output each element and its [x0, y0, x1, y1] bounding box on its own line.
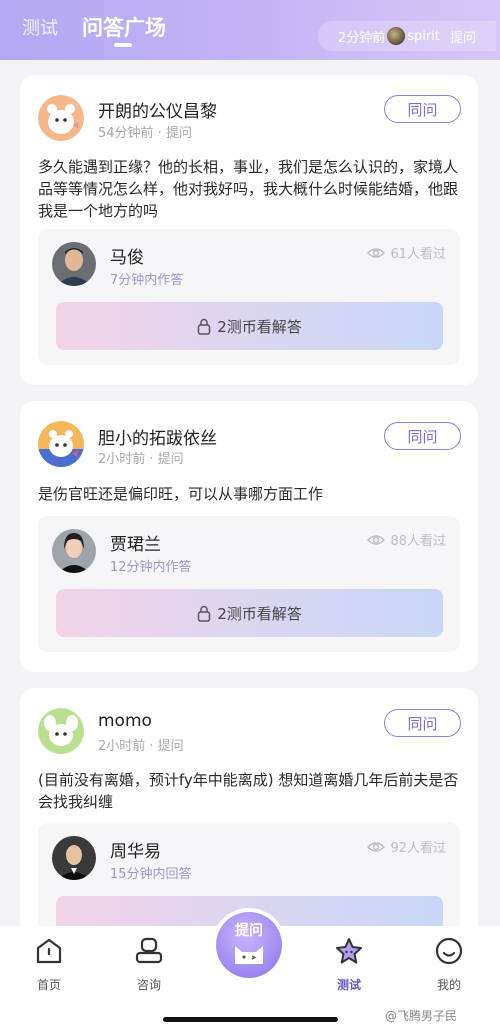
- unlock-answer-button[interactable]: 2测币看解答: [56, 302, 443, 350]
- ticker-user: spirit: [407, 28, 440, 44]
- nav-consult-label: 咨询: [136, 978, 161, 992]
- consult-icon: [119, 934, 179, 968]
- nav-test[interactable]: 测试: [319, 934, 379, 993]
- ask-time: 54分钟前 · 提问: [98, 126, 192, 141]
- nav-test-label: 测试: [336, 978, 361, 992]
- same-question-button[interactable]: 同问: [384, 95, 461, 123]
- question-text: 是伤官旺还是偏印旺，可以从事哪方面工作: [38, 485, 324, 503]
- answerer-name: 贾珺兰: [110, 535, 161, 555]
- star-icon: [319, 934, 379, 968]
- answer-time: 7分钟内作答: [110, 273, 184, 288]
- tab-test[interactable]: 测试: [22, 14, 58, 40]
- recent-question-ticker[interactable]: 2分钟前 spirit 提问: [318, 21, 496, 51]
- answer-time: 15分钟内回答: [110, 867, 192, 882]
- lock-icon: [197, 318, 211, 335]
- cat-icon: [235, 946, 263, 964]
- view-count-text: 61人看过: [390, 247, 446, 262]
- answer-box[interactable]: 贾珺兰 12分钟内作答 88人看过 2测币看解答: [38, 516, 460, 652]
- view-count: 92人看过: [367, 837, 446, 856]
- answerer-name: 周华易: [110, 842, 161, 862]
- nav-home[interactable]: 首页: [19, 934, 79, 993]
- question-text: (目前没有离婚，预计fy年中能离成) 想知道离婚几年后前夫是否会找我纠缠: [38, 771, 459, 811]
- question-card[interactable]: 开朗的公仪昌黎 54分钟前 · 提问 同问 多久能遇到正缘？他的长相，事业，我们…: [20, 75, 478, 385]
- same-question-button[interactable]: 同问: [384, 709, 461, 737]
- home-icon: [19, 934, 79, 968]
- asker-name: 开朗的公仪昌黎: [98, 102, 217, 122]
- nav-consult[interactable]: 咨询: [119, 934, 179, 993]
- answer-box[interactable]: 马俊 7分钟内作答 61人看过 2测币看解答: [38, 229, 460, 365]
- answer-time: 12分钟内作答: [110, 560, 192, 575]
- question-card[interactable]: momo 2小时前 · 提问 同问 (目前没有离婚，预计fy年中能离成) 想知道…: [20, 688, 478, 959]
- asker-name: 胆小的拓跋依丝: [98, 429, 217, 449]
- nav-mine-label: 我的: [436, 978, 461, 992]
- unlock-answer-button[interactable]: 2测币看解答: [56, 589, 443, 637]
- active-tab-indicator: [114, 43, 132, 47]
- eye-icon: [367, 841, 386, 852]
- answerer-avatar: [52, 529, 96, 573]
- tab-qa-plaza[interactable]: 问答广场: [82, 12, 166, 42]
- question-text: 多久能遇到正缘？他的长相，事业，我们是怎么认识的，家境人品等等情况怎么样，他对我…: [38, 158, 459, 220]
- ask-label: 提问: [235, 923, 263, 939]
- eye-icon: [367, 247, 386, 258]
- nav-mine[interactable]: 我的: [419, 934, 479, 993]
- eye-icon: [367, 534, 386, 545]
- ticker-time: 2分钟前: [338, 30, 386, 46]
- view-count-text: 92人看过: [390, 841, 446, 856]
- nav-home-label: 首页: [36, 978, 61, 992]
- answerer-avatar: [52, 836, 96, 880]
- ask-question-button[interactable]: 提问: [216, 912, 282, 978]
- view-count-text: 88人看过: [390, 534, 446, 549]
- question-card[interactable]: 胆小的拓跋依丝 2小时前 · 提问 同问 是伤官旺还是偏印旺，可以从事哪方面工作…: [20, 401, 478, 672]
- profile-icon: [419, 934, 479, 968]
- unlock-label: 2测币看解答: [217, 317, 302, 336]
- unlock-label: 2测币看解答: [217, 604, 302, 623]
- asker-avatar: [38, 95, 84, 141]
- ask-time: 2小时前 · 提问: [98, 452, 184, 467]
- ticker-avatar: [387, 27, 406, 45]
- view-count: 61人看过: [367, 243, 446, 262]
- same-question-button[interactable]: 同问: [384, 422, 461, 450]
- home-indicator: [163, 1017, 338, 1022]
- asker-name: momo: [98, 711, 152, 731]
- lock-icon: [197, 605, 211, 622]
- watermark: @飞腾男子民: [385, 1009, 458, 1023]
- asker-avatar: [38, 421, 84, 467]
- top-header: 测试 问答广场 2分钟前 spirit 提问: [0, 0, 500, 60]
- answerer-avatar: [52, 242, 96, 286]
- answerer-name: 马俊: [110, 248, 144, 268]
- view-count: 88人看过: [367, 530, 446, 549]
- ticker-action: 提问: [449, 30, 476, 46]
- ask-time: 2小时前 · 提问: [98, 739, 184, 754]
- asker-avatar: [38, 708, 84, 754]
